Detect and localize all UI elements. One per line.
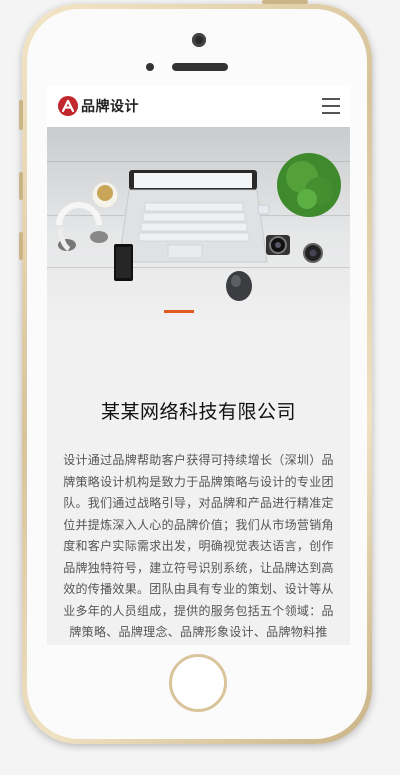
mute-switch xyxy=(19,100,23,130)
desk-workspace-image xyxy=(56,153,341,301)
letter-a-logo-icon xyxy=(61,99,75,113)
earpiece-speaker xyxy=(172,63,228,71)
company-intro-text: 设计通过品牌帮助客户获得可持续增长（深圳）品牌策略设计机构是致力于品牌策略与设计… xyxy=(63,453,334,639)
site-header: 品牌设计 xyxy=(47,85,350,127)
hamburger-menu-icon[interactable] xyxy=(322,98,340,114)
front-camera xyxy=(192,33,206,47)
company-name: 某某网络科技有限公司 xyxy=(100,401,296,423)
brand-name: 品牌设计 xyxy=(81,99,139,115)
brand-logo-icon xyxy=(58,96,78,116)
site-logo[interactable]: 品牌设计 xyxy=(58,96,139,116)
proximity-sensor xyxy=(146,63,154,71)
hero-banner[interactable] xyxy=(47,127,350,323)
phone-screen: 品牌设计 某某网络科技有限公司 设计通过品牌帮助客户获得可持续增长（深圳）品牌策… xyxy=(47,85,350,645)
power-button xyxy=(262,0,308,4)
volume-up-button xyxy=(19,172,23,200)
home-button[interactable] xyxy=(169,654,227,712)
volume-down-button xyxy=(19,232,23,260)
company-intro-section: 某某网络科技有限公司 设计通过品牌帮助客户获得可持续增长（深圳）品牌策略设计机构… xyxy=(47,323,350,645)
carousel-indicator[interactable] xyxy=(164,310,194,313)
